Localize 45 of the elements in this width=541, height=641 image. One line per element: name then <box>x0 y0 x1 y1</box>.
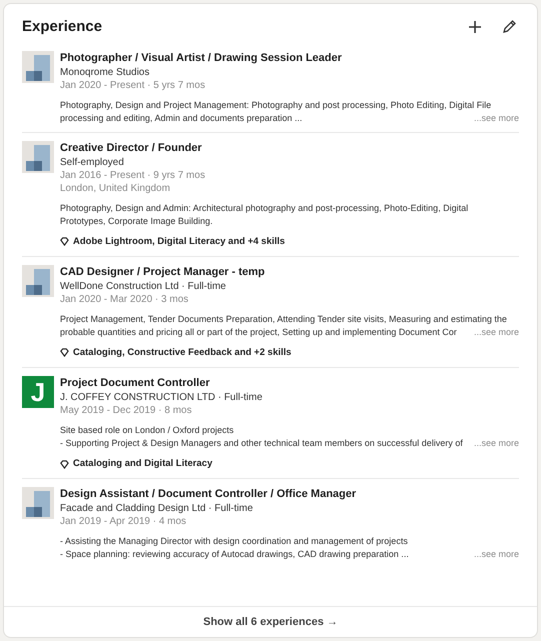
description-line: processing and editing, Admin and documents preparation ... <box>60 112 302 124</box>
job-dates: Jan 2020 - Mar 2020 · 3 mos <box>60 292 190 306</box>
job-title: Photographer / Visual Artist / Drawing Session Leader <box>60 50 343 66</box>
job-dates: Jan 2019 - Apr 2019 · 4 mos <box>60 515 188 528</box>
see-more-link[interactable]: ...see more <box>474 548 519 562</box>
company-name: Self-employed <box>60 156 125 168</box>
edit-pencil-icon[interactable] <box>501 19 517 36</box>
company-name: WellDone Construction Ltd · Full-time <box>60 280 227 293</box>
skills-text: Cataloging, Constructive Feedback and +2 skills <box>73 346 292 360</box>
job-title: Project Document Controller <box>60 376 211 391</box>
company-logo-icon <box>22 50 54 82</box>
diamond-icon <box>60 460 69 469</box>
company-name: J. COFFEY CONSTRUCTION LTD · Full-time <box>60 391 264 404</box>
description-line: - Supporting Project & Design Managers and other technical team members on successful delivery of <box>60 437 463 450</box>
section-title: Experience <box>22 17 102 37</box>
add-icon[interactable] <box>467 19 483 36</box>
job-title: Creative Director / Founder <box>60 140 203 156</box>
see-more-link[interactable]: ...see more <box>474 437 519 450</box>
skills-text: Cataloging and Digital Literacy <box>73 457 212 471</box>
company-name: Monoqrome Studios <box>60 66 150 78</box>
description-line: - Space planning: reviewing accuracy of Autocad drawings, CAD drawing preparation ... <box>60 548 409 562</box>
company-logo: J <box>22 376 54 408</box>
description-line: probable quantities and pricing all or part of the project, Setting up and implementing Document Cor <box>60 326 457 339</box>
show-all-button[interactable]: Show all 6 experiences → <box>4 606 537 637</box>
job-title: CAD Designer / Project Manager - temp <box>60 264 266 280</box>
company-logo-icon <box>22 264 54 297</box>
diamond-icon <box>60 237 69 246</box>
description-line: Prototypes, Corporate Image Building. <box>60 214 213 228</box>
description-line: Site based role on London / Oxford projects <box>60 424 234 437</box>
job-location: London, United Kingdom <box>60 182 172 194</box>
company-name: Facade and Cladding Design Ltd · Full-time <box>60 502 254 516</box>
skills-text: Adobe Lightroom, Digital Literacy and +4 skills <box>73 234 285 248</box>
job-title: Design Assistant / Document Controller / Office Manager <box>60 487 358 502</box>
description-line: Project Management, Tender Documents Preparation, Attending Tender site visits, Measuring and estimating the <box>60 312 507 326</box>
see-more-link[interactable]: ...see more <box>474 326 519 339</box>
company-logo-icon <box>22 140 54 172</box>
description-line: - Assisting the Managing Director with design coordination and management of projects <box>60 535 408 548</box>
see-more-link[interactable]: ...see more <box>474 112 519 124</box>
job-dates: May 2019 - Dec 2019 · 8 mos <box>60 404 193 417</box>
company-logo-icon <box>22 487 54 520</box>
job-dates: Jan 2016 - Present · 9 yrs 7 mos <box>60 168 206 182</box>
job-dates: Jan 2020 - Present · 5 yrs 7 mos <box>60 78 206 92</box>
diamond-icon <box>60 348 69 358</box>
description-line: Photography, Design and Project Management: Photography and post processing, Photo Editing, Digital File <box>60 98 492 112</box>
description-line: Photography, Design and Admin: Architectural photography and post-processing, Photo-Editing, Digital <box>60 202 468 214</box>
